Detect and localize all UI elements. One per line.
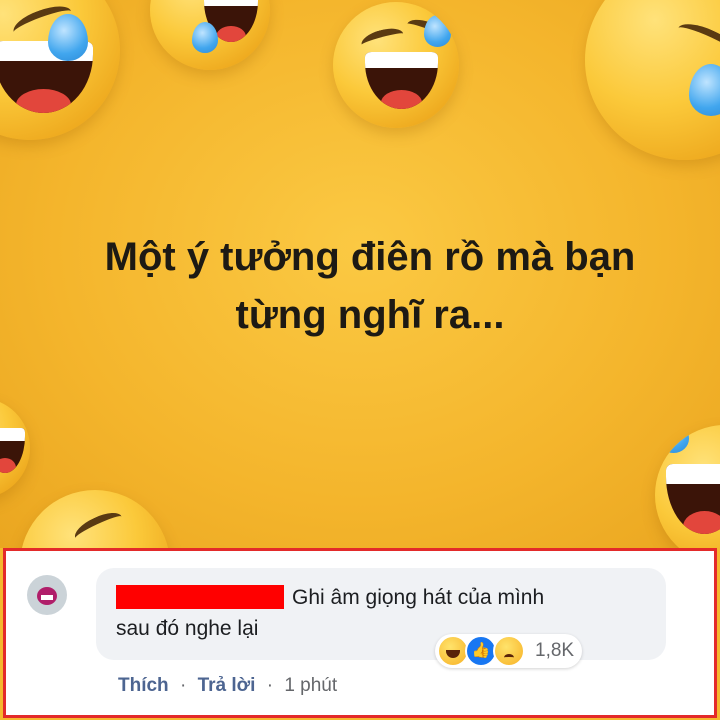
sad-icon — [493, 635, 525, 667]
monster-avatar-icon — [37, 587, 57, 605]
highlighted-comment: Ghi âm giọng hát của mình sau đó nghe lạ… — [3, 548, 717, 718]
comment-actions: Thích · Trả lời · 1 phút — [118, 675, 337, 697]
avatar[interactable] — [27, 575, 67, 615]
laughing-emoji-icon — [0, 398, 30, 498]
post-headline: Một ý tưởng điên rồ mà bạn từng nghĩ ra.… — [20, 228, 720, 344]
comment-text-line: Ghi âm giọng hát của mình — [292, 586, 545, 609]
reactions-summary[interactable]: 👍 1,8K — [435, 634, 583, 668]
comment-timestamp[interactable]: 1 phút — [284, 675, 337, 696]
separator: · — [266, 675, 274, 696]
laughing-emoji-icon — [333, 2, 459, 128]
comment-text: Ghi âm giọng hát của mình sau đó nghe lạ… — [116, 582, 656, 644]
reply-button[interactable]: Trả lời — [198, 675, 256, 696]
laughing-emoji-icon — [655, 425, 720, 548]
headline-line: từng nghĩ ra... — [235, 293, 505, 337]
laughing-emoji-icon — [0, 0, 120, 140]
comment-text-line: sau đó nghe lại — [116, 617, 259, 640]
like-button[interactable]: Thích — [118, 675, 169, 696]
headline-line: Một ý tưởng điên rồ mà bạn — [104, 235, 636, 279]
laughing-emoji-icon — [20, 490, 170, 548]
reaction-count: 1,8K — [535, 640, 575, 661]
post-image[interactable]: Một ý tưởng điên rồ mà bạn từng nghĩ ra.… — [0, 0, 720, 548]
laughing-emoji-icon — [585, 0, 720, 160]
laughing-emoji-icon — [150, 0, 270, 70]
separator: · — [179, 675, 187, 696]
